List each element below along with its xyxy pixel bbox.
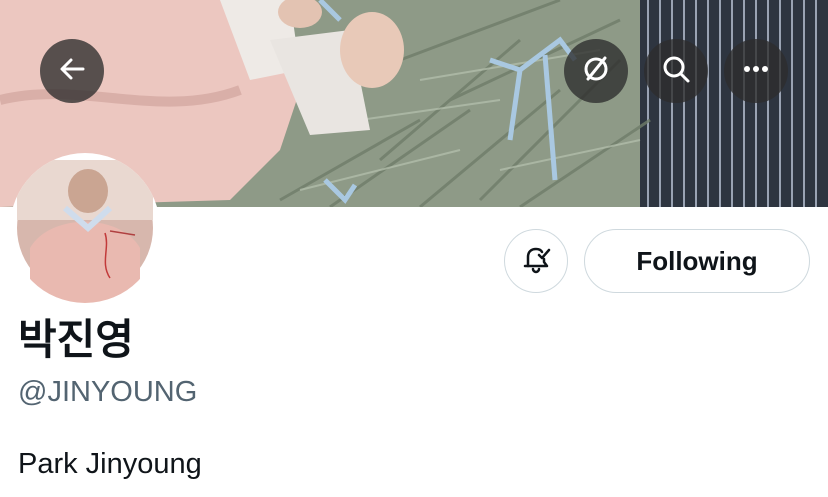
avatar[interactable] [10, 153, 160, 303]
more-horizontal-icon [740, 53, 772, 90]
profile-bio: Park Jinyoung [18, 448, 202, 480]
notifications-button[interactable] [504, 229, 568, 293]
display-name: 박진영 [18, 316, 134, 363]
user-handle: @JINYOUNG [18, 376, 198, 408]
arrow-left-icon [57, 54, 87, 89]
slashed-circle-icon [580, 53, 612, 90]
translate-button[interactable] [564, 39, 628, 103]
following-button[interactable]: Following [584, 229, 810, 293]
search-button[interactable] [644, 39, 708, 103]
search-icon [660, 53, 692, 90]
bell-check-icon [519, 242, 553, 281]
back-button[interactable] [40, 39, 104, 103]
more-options-button[interactable] [724, 39, 788, 103]
